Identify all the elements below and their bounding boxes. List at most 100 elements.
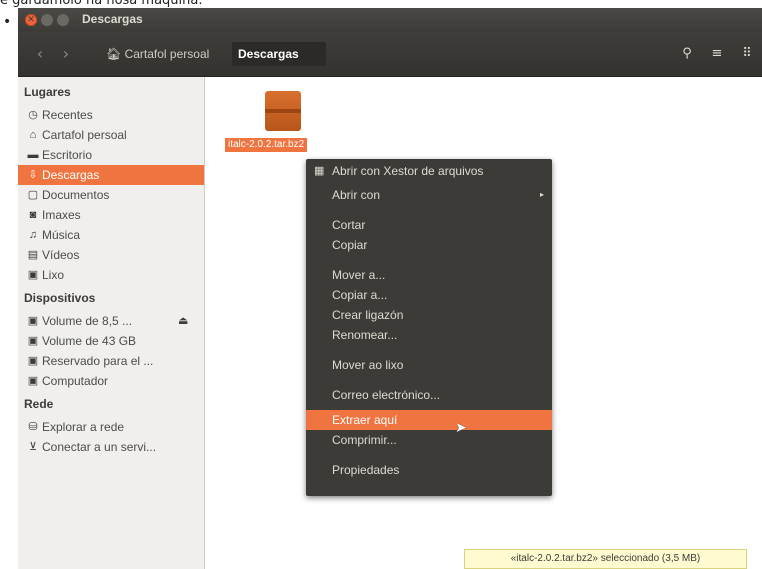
home-icon: 🏠︎ — [106, 47, 122, 61]
toolbar: ‹ › 🏠︎ Cartafol persoal Descargas ⚲ ≡ ⠿ — [18, 32, 762, 77]
close-window-button[interactable]: ✕ — [25, 14, 37, 26]
sidebar-item-computador[interactable]: ▣ Computador — [18, 371, 204, 391]
menu-item-label: Crear ligazón — [332, 308, 404, 322]
list-bullet: • — [3, 14, 12, 30]
grid-icon: ⠿ — [742, 46, 752, 61]
chevron-right-icon: ▸ — [540, 190, 545, 199]
sidebar-item-recentes[interactable]: ◷ Recentes — [18, 105, 204, 125]
archive-band — [265, 109, 301, 113]
sidebar-item-videos[interactable]: ▤ Vídeos — [18, 245, 204, 265]
video-icon: ▤ — [27, 249, 39, 261]
menu-item-label: Correo electrónico... — [332, 388, 441, 402]
sidebar-item-label: Volume de 43 GB — [42, 334, 137, 348]
sidebar-section-network: Rede — [24, 397, 54, 411]
sidebar-item-documentos[interactable]: ▢ Documentos — [18, 185, 204, 205]
selection-status: «italc-2.0.2.tar.bz2» seleccionado (3,5 … — [464, 549, 747, 569]
eject-icon[interactable]: ⏏ — [178, 311, 188, 331]
file-manager-window: ✕ Descargas ‹ › 🏠︎ Cartafol persoal Desc… — [18, 8, 762, 569]
menu-item-label: Copiar — [332, 238, 368, 252]
drive-icon: ▣ — [27, 335, 39, 347]
desktop-icon: ▬ — [27, 149, 39, 161]
sidebar-item-descargas[interactable]: ⇩ Descargas — [18, 165, 204, 185]
sidebar-item-label: Imaxes — [42, 208, 81, 222]
sidebar-item-label: Explorar a rede — [42, 420, 125, 434]
sidebar-item-explorar-rede[interactable]: ⛁ Explorar a rede — [18, 417, 204, 437]
chevron-right-icon: › — [62, 44, 70, 63]
menu-item-rename[interactable]: Renomear... — [306, 325, 552, 345]
sidebar-section-devices: Dispositivos — [24, 291, 96, 305]
sidebar-item-label: Conectar a un servi... — [42, 440, 157, 454]
sidebar-item-label: Reservado para el ... — [42, 354, 154, 368]
menu-item-label: Mover a... — [332, 268, 386, 282]
sidebar-item-imaxes[interactable]: ◙ Imaxes — [18, 205, 204, 225]
menu-item-copy-to[interactable]: Copiar a... — [306, 285, 552, 305]
menu-item-label: Copiar a... — [332, 288, 388, 302]
server-icon: ⊻ — [28, 441, 38, 453]
minimize-window-button[interactable] — [41, 14, 53, 26]
sidebar-item-label: Música — [42, 228, 81, 242]
titlebar: ✕ Descargas — [18, 8, 762, 32]
menu-item-label: Mover ao lixo — [332, 358, 404, 372]
breadcrumb-current[interactable]: Descargas — [232, 42, 326, 66]
menu-icon: ≡ — [711, 46, 723, 61]
sidebar-item-volume-43[interactable]: ▣ Volume de 43 GB — [18, 331, 204, 351]
sidebar-item-label: Computador — [42, 374, 109, 388]
trash-icon: ▣ — [27, 269, 39, 281]
menu-item-copy[interactable]: Copiar — [306, 235, 552, 255]
breadcrumb-home-label: Cartafol persoal — [124, 47, 210, 61]
menu-item-move-to[interactable]: Mover a... — [306, 265, 552, 285]
clock-icon: ◷ — [28, 109, 38, 121]
camera-icon: ◙ — [29, 209, 37, 221]
archive-manager-icon: ▦ — [314, 165, 325, 177]
sidebar-item-conectar-servidor[interactable]: ⊻ Conectar a un servi... — [18, 437, 204, 457]
sidebar-item-escritorio[interactable]: ▬ Escritorio — [18, 145, 204, 165]
download-icon: ⇩ — [28, 169, 38, 181]
sidebar-item-label: Documentos — [42, 188, 110, 202]
menu-item-move-to-trash[interactable]: Mover ao lixo — [306, 355, 552, 375]
forward-button[interactable]: › — [56, 44, 76, 64]
menu-item-compress[interactable]: Comprimir... — [306, 430, 552, 450]
list-view-button[interactable]: ≡ — [704, 42, 730, 66]
menu-item-label: Comprimir... — [332, 433, 397, 447]
sidebar-item-musica[interactable]: ♫ Música — [18, 225, 204, 245]
menu-item-open-with[interactable]: Abrir con ▸ — [306, 185, 552, 205]
search-icon: ⚲ — [682, 46, 692, 61]
document-icon: ▢ — [27, 189, 39, 201]
maximize-window-button[interactable] — [57, 14, 69, 26]
sidebar: Lugares ◷ Recentes ⌂ Cartafol persoal ▬ Esc… — [18, 77, 205, 569]
sidebar-item-label: Descargas — [42, 168, 100, 182]
menu-item-label: Propiedades — [332, 463, 400, 477]
sidebar-item-lixo[interactable]: ▣ Lixo — [18, 265, 204, 285]
file-name-label[interactable]: italc-2.0.2.tar.bz2 — [225, 138, 308, 152]
menu-item-create-link[interactable]: Crear ligazón — [306, 305, 552, 325]
menu-item-properties[interactable]: Propiedades — [306, 460, 552, 480]
network-icon: ⛁ — [28, 421, 38, 433]
menu-item-label: Cortar — [332, 218, 366, 232]
menu-item-label: Renomear... — [332, 328, 398, 342]
menu-item-open-archive-manager[interactable]: ▦ Abrir con Xestor de arquivos — [306, 161, 552, 181]
sidebar-item-volume-8-5[interactable]: ▣ Volume de 8,5 ... ⏏ — [18, 311, 204, 331]
archive-icon[interactable] — [265, 91, 301, 131]
drive-icon: ▣ — [27, 355, 39, 367]
context-menu: ▦ Abrir con Xestor de arquivos Abrir con ▸… — [306, 159, 552, 496]
sidebar-item-reservado[interactable]: ▣ Reservado para el ... — [18, 351, 204, 371]
search-button[interactable]: ⚲ — [674, 42, 700, 66]
sidebar-item-label: Lixo — [42, 268, 65, 282]
sidebar-item-label: Volume de 8,5 ... — [42, 314, 133, 328]
sidebar-section-places: Lugares — [24, 85, 71, 99]
window-title: Descargas — [82, 12, 143, 26]
menu-item-cut[interactable]: Cortar — [306, 215, 552, 235]
chevron-left-icon: ‹ — [36, 44, 44, 63]
breadcrumb-home[interactable]: 🏠︎ Cartafol persoal — [100, 42, 244, 66]
menu-item-email[interactable]: Correo electrónico... — [306, 385, 552, 405]
menu-item-label: Extraer aquí — [332, 413, 398, 427]
sidebar-item-label: Vídeos — [42, 248, 80, 262]
grid-view-button[interactable]: ⠿ — [734, 42, 760, 66]
drive-icon: ▣ — [27, 375, 39, 387]
close-icon: ✕ — [27, 15, 35, 25]
sidebar-item-cartafol-persoal[interactable]: ⌂ Cartafol persoal — [18, 125, 204, 145]
music-icon: ♫ — [28, 229, 38, 241]
menu-item-extract-here[interactable]: Extraer aquí ➤ — [306, 410, 552, 435]
back-button[interactable]: ‹ — [30, 44, 50, 64]
menu-item-label: Abrir con — [332, 188, 381, 202]
